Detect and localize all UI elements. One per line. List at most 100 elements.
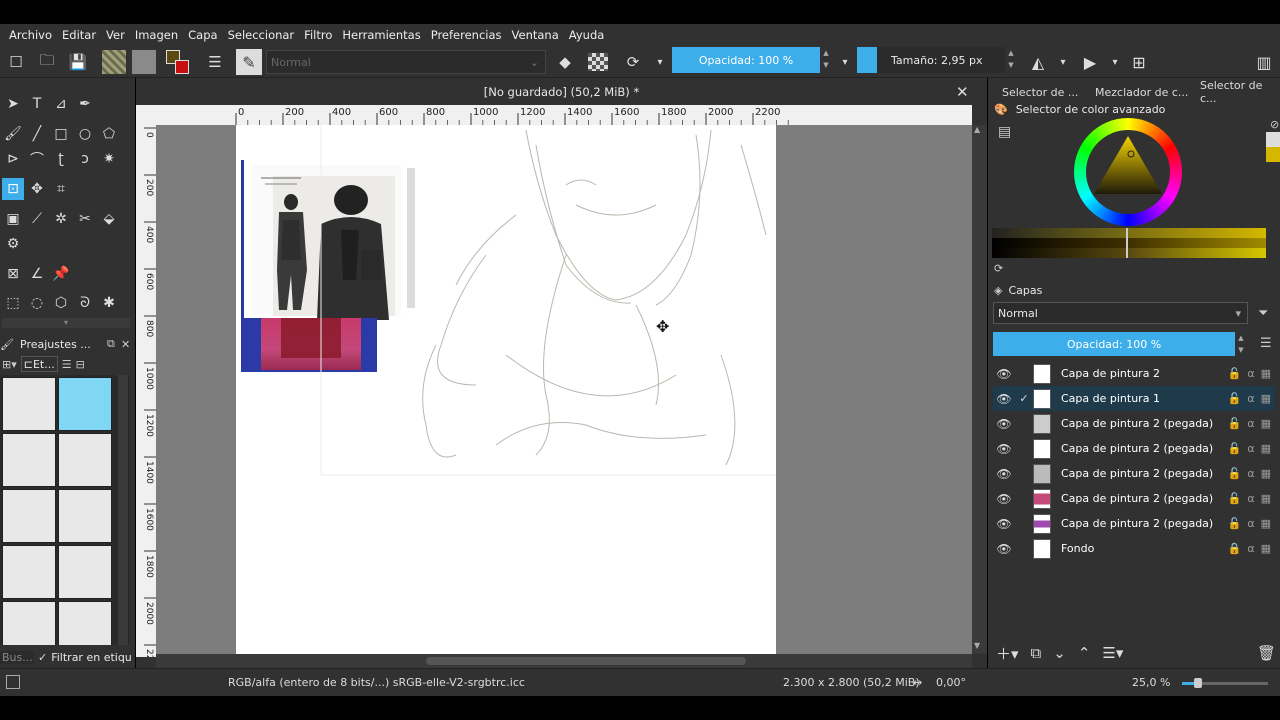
chevron-down-icon[interactable]: ▾	[1051, 50, 1075, 74]
layer-blend-mode-select[interactable]: Normal ▾	[993, 302, 1248, 324]
zoom-slider-handle[interactable]	[1194, 678, 1202, 688]
alpha-lock-icon[interactable]	[588, 53, 608, 71]
unlocked-icon[interactable]: 🔓	[1228, 392, 1242, 405]
size-slider-fill[interactable]	[857, 47, 877, 73]
eraser-icon[interactable]: ◆	[553, 50, 577, 74]
visibility-eye-icon[interactable]: 👁	[993, 392, 1015, 406]
alpha-icon[interactable]: α	[1247, 542, 1254, 555]
layer-opacity-spinner[interactable]: ▲ ▼	[1236, 332, 1246, 356]
visibility-eye-icon[interactable]: 👁	[993, 517, 1015, 531]
menu-ventana[interactable]: Ventana	[507, 28, 564, 42]
unlocked-icon[interactable]: 🔓	[1228, 467, 1242, 480]
color-settings-icon[interactable]: ▤	[998, 124, 1011, 140]
ellipse-select-icon[interactable]: ◌	[26, 292, 48, 314]
preset-search-input[interactable]: Bus...	[0, 650, 34, 664]
dynamic-brush-icon[interactable]: ↄ	[74, 148, 96, 170]
alpha-icon[interactable]: α	[1247, 417, 1254, 430]
inherit-alpha-icon[interactable]: ▦	[1261, 542, 1271, 555]
freehand-path-icon[interactable]: ʈ	[50, 148, 72, 170]
fg-bg-color-selector[interactable]	[166, 50, 192, 76]
layer-row[interactable]: 👁 Capa de pintura 2 🔓 α ▦	[993, 361, 1275, 386]
unlocked-icon[interactable]: 🔓	[1228, 367, 1242, 380]
rect-select-icon[interactable]: ⬚	[2, 292, 24, 314]
mirror-horizontal-icon[interactable]: ◭	[1026, 50, 1050, 74]
blend-mode-select[interactable]: Normal ⌄	[266, 50, 546, 74]
assistant-tool-icon[interactable]: ⚙	[2, 233, 24, 255]
toolbox-collapse[interactable]: ▾	[2, 318, 130, 328]
unlocked-icon[interactable]: 🔓	[1228, 492, 1242, 505]
select-shapes-icon[interactable]: ➤	[2, 93, 24, 115]
reload-preset-icon[interactable]: ⟳	[621, 50, 645, 74]
color-picker-icon[interactable]: ⟋	[26, 208, 48, 230]
measure-tool-icon[interactable]: ∠	[26, 263, 48, 285]
layer-properties-icon[interactable]: ☰▾	[1102, 644, 1123, 662]
presets-view-icon[interactable]: ⊞▾	[2, 358, 17, 371]
tab-color-selector-2[interactable]: Selector de c...	[1192, 79, 1280, 105]
chevron-down-icon[interactable]: ▾	[648, 50, 672, 74]
horizontal-scroll-thumb[interactable]	[426, 657, 746, 665]
menu-preferencias[interactable]: Preferencias	[426, 28, 507, 42]
unlocked-icon[interactable]: 🔓	[1228, 417, 1242, 430]
alpha-icon[interactable]: α	[1247, 517, 1254, 530]
polygon-select-icon[interactable]: ⬡	[50, 292, 72, 314]
inherit-alpha-icon[interactable]: ▦	[1261, 492, 1271, 505]
line-tool-icon[interactable]: ╱	[26, 123, 48, 145]
zoom-slider[interactable]	[1182, 678, 1268, 688]
canvas-paper[interactable]: ✥	[236, 125, 776, 654]
scroll-down-icon[interactable]: ▼	[974, 641, 980, 650]
layer-row[interactable]: 👁 Capa de pintura 2 (pegada) 🔓 α ▦	[993, 461, 1275, 486]
delete-layer-icon[interactable]: 🗑	[1257, 644, 1276, 662]
layer-row[interactable]: 👁 Capa de pintura 2 (pegada) 🔓 α ▦	[993, 486, 1275, 511]
assistant-grid-icon[interactable]: ⊠	[2, 263, 24, 285]
fill-tool-icon[interactable]: ⬙	[98, 208, 120, 230]
magic-wand-icon[interactable]: ✱	[98, 292, 120, 314]
polygon-tool-icon[interactable]: ⬠	[98, 123, 120, 145]
move-tool-icon[interactable]: ✥	[26, 178, 48, 200]
ellipse-tool-icon[interactable]: ○	[74, 123, 96, 145]
import-icon[interactable]: ⊟	[76, 358, 85, 371]
calligraphy-icon[interactable]: ✒	[74, 93, 96, 115]
unlocked-icon[interactable]: 🔓	[1228, 442, 1242, 455]
close-icon[interactable]: ✕	[956, 83, 969, 101]
inherit-alpha-icon[interactable]: ▦	[1261, 442, 1271, 455]
close-icon[interactable]: ✕	[121, 338, 135, 351]
visibility-eye-icon[interactable]: 👁	[993, 492, 1015, 506]
layer-row[interactable]: 👁 Fondo 🔒 α ▦	[993, 536, 1275, 561]
document-tab[interactable]: [No guardado] (50,2 MiB) *	[136, 78, 987, 105]
freehand-select-icon[interactable]: ᘐ	[74, 292, 96, 314]
selection-display-icon[interactable]	[6, 675, 20, 689]
preset-item[interactable]	[2, 601, 56, 645]
transform-tool-icon[interactable]: ⊡	[2, 178, 24, 200]
refresh-icon[interactable]: ⟳	[994, 262, 1003, 275]
color-shade-slider[interactable]	[992, 228, 1266, 258]
chevron-down-icon[interactable]: ▾	[1103, 50, 1127, 74]
menu-filtro[interactable]: Filtro	[299, 28, 337, 42]
bezier-tool-icon[interactable]: ⌒	[26, 148, 48, 170]
canvas-viewport[interactable]: ✥	[156, 125, 972, 654]
tag-select[interactable]: ⊏ Et...	[20, 356, 58, 372]
pattern-swatch[interactable]	[132, 50, 156, 74]
menu-ver[interactable]: Ver	[101, 28, 130, 42]
preset-item[interactable]	[2, 545, 56, 599]
freehand-brush-icon[interactable]: 🖌	[2, 123, 24, 145]
recent-colors-strip[interactable]	[1266, 132, 1280, 162]
duplicate-layer-icon[interactable]: ⧉	[1031, 644, 1042, 662]
visibility-eye-icon[interactable]: 👁	[993, 417, 1015, 431]
menu-archivo[interactable]: Archivo	[4, 28, 57, 42]
zoom-value[interactable]: 25,0 %	[1132, 676, 1170, 689]
preset-item[interactable]	[58, 489, 112, 543]
open-folder-icon[interactable]: 🗀	[35, 50, 59, 74]
inherit-alpha-icon[interactable]: ▦	[1261, 467, 1271, 480]
layer-row[interactable]: 👁 ✓ Capa de pintura 1 🔓 α ▦	[993, 386, 1275, 411]
save-icon[interactable]: 💾	[66, 50, 90, 74]
menu-imagen[interactable]: Imagen	[130, 28, 183, 42]
layer-row[interactable]: 👁 Capa de pintura 2 (pegada) 🔓 α ▦	[993, 436, 1275, 461]
workspace-icon[interactable]: ▥	[1252, 50, 1276, 74]
alpha-icon[interactable]: α	[1247, 467, 1254, 480]
alpha-icon[interactable]: α	[1247, 492, 1254, 505]
polyline-tool-icon[interactable]: ⊳	[2, 148, 24, 170]
alpha-icon[interactable]: α	[1247, 367, 1254, 380]
menu-icon[interactable]: ☰	[62, 358, 72, 371]
brush-settings-icon[interactable]: ☰	[203, 50, 227, 74]
inherit-alpha-icon[interactable]: ▦	[1261, 367, 1271, 380]
